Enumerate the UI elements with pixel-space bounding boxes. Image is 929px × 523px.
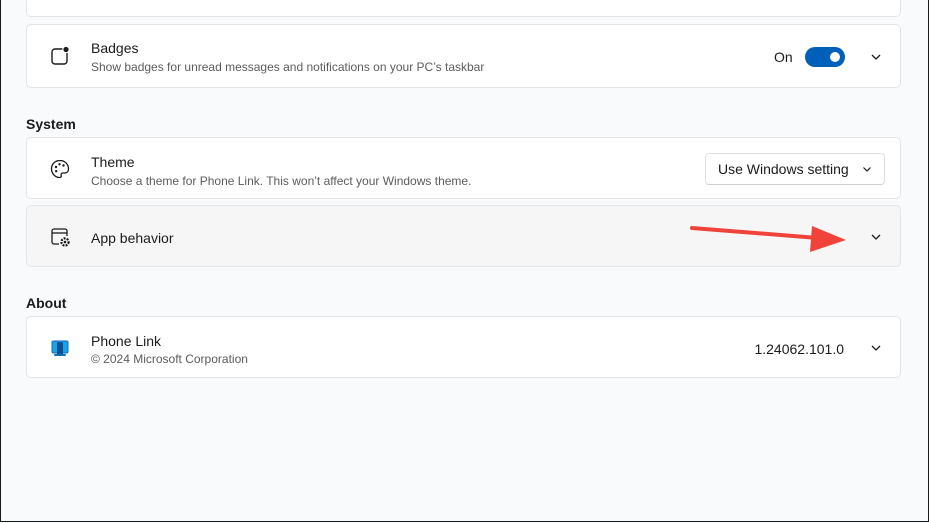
about-section-title: About <box>26 295 67 311</box>
toggle-knob <box>830 52 840 62</box>
phone-link-icon <box>51 340 69 356</box>
annotation-arrow-icon <box>690 226 846 252</box>
theme-title: Theme <box>91 154 135 170</box>
phone-link-title: Phone Link <box>91 333 162 349</box>
theme-dropdown[interactable]: Use Windows setting <box>705 153 885 185</box>
phone-link-about-card[interactable]: Phone Link © 2024 Microsoft Corporation … <box>26 316 901 378</box>
theme-dropdown-value: Use Windows setting <box>718 161 849 177</box>
previous-setting-card[interactable] <box>26 0 901 17</box>
badges-title: Badges <box>91 40 139 56</box>
badge-icon <box>51 45 70 65</box>
badges-toggle[interactable] <box>805 47 845 67</box>
badges-description: Show badges for unread messages and noti… <box>91 60 485 74</box>
theme-description: Choose a theme for Phone Link. This won’… <box>91 174 472 188</box>
chevron-down-icon[interactable] <box>870 51 882 63</box>
badges-toggle-state: On <box>774 49 793 65</box>
chevron-down-icon <box>863 167 871 172</box>
palette-icon <box>50 159 70 179</box>
version-number: 1.24062.101.0 <box>754 341 844 357</box>
theme-setting-card: Theme Choose a theme for Phone Link. Thi… <box>26 137 901 199</box>
chevron-down-icon[interactable] <box>870 342 882 354</box>
chevron-down-icon[interactable] <box>870 231 882 243</box>
phone-link-copyright: © 2024 Microsoft Corporation <box>91 352 248 366</box>
system-section-title: System <box>26 116 76 132</box>
badges-setting-card[interactable]: Badges Show badges for unread messages a… <box>26 24 901 88</box>
app-behavior-title: App behavior <box>91 230 174 246</box>
app-settings-icon <box>51 228 70 247</box>
